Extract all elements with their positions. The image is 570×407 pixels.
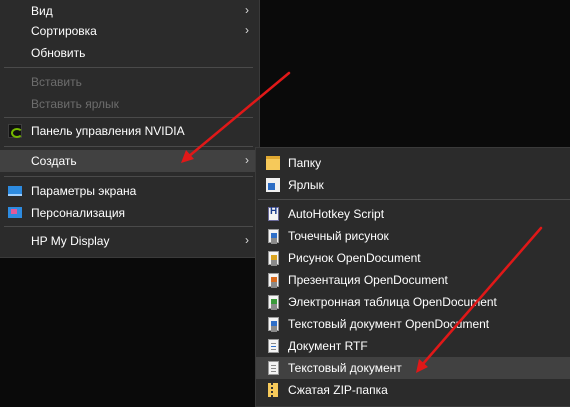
menu-item-new[interactable]: Создать › (0, 150, 259, 172)
menu-item-label: Обновить (31, 46, 86, 60)
submenu-item-opendocument-drawing[interactable]: Рисунок OpenDocument (256, 247, 570, 269)
chevron-right-icon: › (245, 3, 249, 17)
submenu-item-folder[interactable]: Папку (256, 152, 570, 174)
menu-item-hp-my-display[interactable]: HP My Display › (0, 230, 259, 252)
submenu-item-label: Точечный рисунок (288, 229, 389, 243)
submenu-item-label: Рисунок OpenDocument (288, 251, 421, 265)
zip-folder-icon (268, 383, 278, 397)
opendocument-presentation-icon (268, 273, 279, 287)
menu-item-paste-shortcut: Вставить ярлык (0, 93, 259, 115)
submenu-item-zip-folder[interactable]: Сжатая ZIP-папка (256, 379, 570, 401)
chevron-right-icon: › (245, 153, 249, 167)
submenu-item-bitmap[interactable]: Точечный рисунок (256, 225, 570, 247)
menu-separator (258, 199, 570, 200)
opendocument-spreadsheet-icon (268, 295, 279, 309)
menu-item-personalization[interactable]: Персонализация (0, 202, 259, 224)
nvidia-icon (8, 124, 23, 138)
menu-item-label: Сортировка (31, 24, 97, 38)
submenu-item-shortcut[interactable]: Ярлык (256, 174, 570, 196)
submenu-item-label: Документ RTF (288, 339, 368, 353)
shortcut-icon (266, 178, 280, 192)
menu-item-nvidia-control-panel[interactable]: Панель управления NVIDIA (0, 120, 259, 142)
submenu-item-label: Папку (288, 156, 322, 170)
submenu-item-text-document[interactable]: Текстовый документ (256, 357, 570, 379)
menu-item-label: Вставить (31, 75, 82, 89)
opendocument-drawing-icon (268, 251, 279, 265)
menu-item-label: Параметры экрана (31, 184, 137, 198)
submenu-item-rtf-document[interactable]: Документ RTF (256, 335, 570, 357)
folder-icon (266, 156, 280, 170)
submenu-item-label: Сжатая ZIP-папка (288, 383, 388, 397)
menu-item-label: Вид (31, 4, 53, 18)
menu-separator (4, 67, 253, 68)
submenu-item-label: Электронная таблица OpenDocument (288, 295, 497, 309)
submenu-item-label: Текстовый документ (288, 361, 402, 375)
menu-item-label: Панель управления NVIDIA (31, 124, 185, 138)
submenu-item-opendocument-text[interactable]: Текстовый документ OpenDocument (256, 313, 570, 335)
menu-item-display-settings[interactable]: Параметры экрана (0, 180, 259, 202)
menu-item-label: HP My Display (31, 234, 110, 248)
menu-item-label: Создать (31, 154, 77, 168)
menu-item-view[interactable]: Вид › (0, 0, 259, 22)
submenu-item-opendocument-presentation[interactable]: Презентация OpenDocument (256, 269, 570, 291)
create-submenu: Папку Ярлык AutoHotkey Script Точечный р… (255, 147, 570, 407)
rtf-document-icon (268, 339, 279, 353)
submenu-item-opendocument-spreadsheet[interactable]: Электронная таблица OpenDocument (256, 291, 570, 313)
text-document-icon (268, 361, 279, 375)
desktop-context-menu: Вид › Сортировка › Обновить Вставить Вст… (0, 0, 260, 258)
menu-item-sort[interactable]: Сортировка › (0, 20, 259, 42)
submenu-item-label: Ярлык (288, 178, 324, 192)
menu-separator (4, 117, 253, 118)
display-settings-icon (8, 186, 22, 196)
menu-item-refresh[interactable]: Обновить (0, 42, 259, 64)
opendocument-text-icon (268, 317, 279, 331)
autohotkey-icon (268, 206, 279, 221)
bitmap-icon (268, 229, 279, 243)
submenu-item-autohotkey-script[interactable]: AutoHotkey Script (256, 203, 570, 225)
menu-item-label: Вставить ярлык (31, 97, 119, 111)
submenu-item-label: AutoHotkey Script (288, 207, 385, 221)
chevron-right-icon: › (245, 233, 249, 247)
menu-separator (4, 146, 253, 147)
menu-item-label: Персонализация (31, 206, 126, 220)
menu-separator (4, 226, 253, 227)
menu-item-paste: Вставить (0, 71, 259, 93)
personalization-icon (8, 207, 22, 218)
submenu-item-label: Презентация OpenDocument (288, 273, 448, 287)
menu-separator (4, 176, 253, 177)
submenu-item-label: Текстовый документ OpenDocument (288, 317, 490, 331)
chevron-right-icon: › (245, 23, 249, 37)
